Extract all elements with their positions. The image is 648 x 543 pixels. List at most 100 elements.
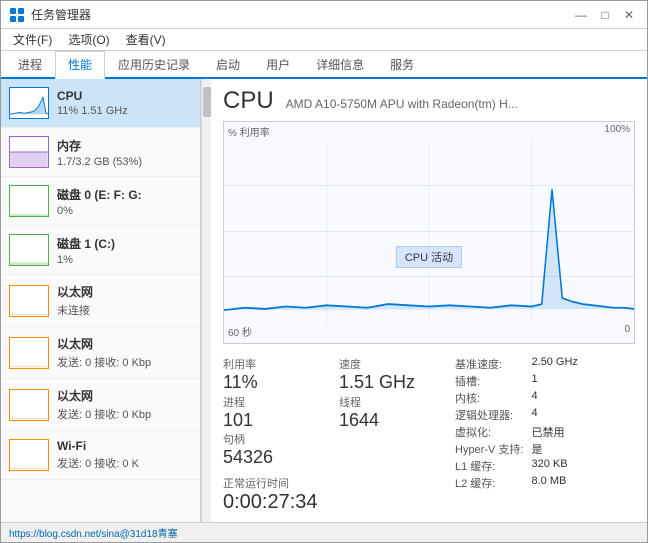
wifi-sidebar-info: Wi-Fi 发送: 0 接收: 0 K — [57, 439, 192, 471]
status-text: https://blog.csdn.net/sina@31d18青塞 — [9, 525, 178, 540]
eth2-sidebar-value: 发送: 0 接收: 0 Kbp — [57, 354, 192, 370]
eth3-sidebar-name: 以太网 — [57, 387, 192, 404]
disk1-sidebar-name: 磁盘 1 (C:) — [57, 235, 192, 252]
chart-area: CPU 活动 — [224, 141, 634, 322]
eth1-sidebar-name: 以太网 — [57, 283, 192, 300]
tab-processes[interactable]: 进程 — [5, 51, 55, 77]
eth3-sidebar-value: 发送: 0 接收: 0 Kbp — [57, 406, 192, 422]
sidebar-item-memory[interactable]: 内存 1.7/3.2 GB (53%) — [1, 128, 200, 177]
sidebar-item-eth1[interactable]: 以太网 未连接 — [1, 275, 200, 327]
close-button[interactable]: ✕ — [619, 5, 639, 25]
tab-services[interactable]: 服务 — [377, 51, 427, 77]
stats-area: 利用率 11% 速度 1.51 GHz 进程 101 线程 — [223, 356, 635, 514]
window-title: 任务管理器 — [31, 6, 91, 23]
mem-sidebar-info: 内存 1.7/3.2 GB (53%) — [57, 137, 192, 168]
chart-center-label: CPU 活动 — [396, 246, 462, 268]
speed-label: 速度 — [339, 356, 443, 372]
utilization-value: 11% — [223, 372, 327, 394]
virtualization-value: 已禁用 — [531, 424, 635, 440]
socket-value: 1 — [531, 373, 635, 389]
sidebar-item-disk1[interactable]: 磁盘 1 (C:) 1% — [1, 226, 200, 275]
cores-value: 4 — [531, 390, 635, 406]
hyperv-value: 是 — [531, 441, 635, 457]
tab-startup[interactable]: 启动 — [203, 51, 253, 77]
sidebar-item-wifi[interactable]: Wi-Fi 发送: 0 接收: 0 K — [1, 431, 200, 480]
title-bar: 任务管理器 — □ ✕ — [1, 1, 647, 29]
base-speed-value: 2.50 GHz — [531, 356, 635, 372]
wifi-sidebar-name: Wi-Fi — [57, 439, 192, 453]
cpu-sidebar-info: CPU 11% 1.51 GHz — [57, 89, 192, 117]
chart-y-max: 100% — [604, 124, 630, 139]
disk0-graph-thumbnail — [9, 185, 49, 217]
disk1-sidebar-info: 磁盘 1 (C:) 1% — [57, 235, 192, 266]
disk0-sidebar-name: 磁盘 0 (E: F: G: — [57, 186, 192, 203]
l1-value: 320 KB — [531, 458, 635, 474]
uptime-stat: 正常运行时间 0:00:27:34 — [223, 475, 443, 514]
chart-x-start: 60 秒 — [228, 324, 252, 339]
cpu-chart-container: % 利用率 100% CPU 活动 — [223, 121, 635, 344]
utilization-label: 利用率 — [223, 356, 327, 372]
mem-graph-thumbnail — [9, 136, 49, 168]
eth1-graph-thumbnail — [9, 285, 49, 317]
title-bar-left: 任务管理器 — [9, 6, 91, 23]
right-stats-grid: 基准速度: 2.50 GHz 插槽: 1 内核: 4 逻辑处理器: 4 虚拟化:… — [455, 356, 635, 491]
uptime-value: 0:00:27:34 — [223, 491, 443, 514]
tab-performance[interactable]: 性能 — [55, 51, 105, 79]
menu-file[interactable]: 文件(F) — [5, 29, 60, 50]
socket-label: 插槽: — [455, 373, 523, 389]
logical-processors-value: 4 — [531, 407, 635, 423]
eth2-sidebar-name: 以太网 — [57, 335, 192, 352]
menu-view[interactable]: 查看(V) — [118, 29, 174, 50]
sidebar-item-eth2[interactable]: 以太网 发送: 0 接收: 0 Kbp — [1, 327, 200, 379]
sidebar-item-eth3[interactable]: 以太网 发送: 0 接收: 0 Kbp — [1, 379, 200, 431]
handles-label: 句柄 — [223, 431, 327, 447]
tab-app-history[interactable]: 应用历史记录 — [105, 51, 203, 77]
wifi-sidebar-value: 发送: 0 接收: 0 K — [57, 455, 192, 471]
cores-label: 内核: — [455, 390, 523, 406]
maximize-button[interactable]: □ — [595, 5, 615, 25]
stats-left-panel: 利用率 11% 速度 1.51 GHz 进程 101 线程 — [223, 356, 443, 514]
menu-options[interactable]: 选项(O) — [60, 29, 117, 50]
content-title: CPU AMD A10-5750M APU with Radeon(tm) H.… — [223, 87, 635, 115]
content-panel: CPU AMD A10-5750M APU with Radeon(tm) H.… — [211, 79, 647, 522]
mem-sidebar-value: 1.7/3.2 GB (53%) — [57, 156, 192, 168]
processes-label: 进程 — [223, 394, 327, 410]
app-icon — [9, 7, 25, 23]
l1-label: L1 缓存: — [455, 458, 523, 474]
sidebar-scrollbar[interactable] — [201, 79, 211, 522]
status-bar: https://blog.csdn.net/sina@31d18青塞 — [1, 522, 647, 542]
eth3-graph-thumbnail — [9, 389, 49, 421]
stats-grid: 利用率 11% 速度 1.51 GHz 进程 101 线程 — [223, 356, 443, 469]
tab-bar: 进程 性能 应用历史记录 启动 用户 详细信息 服务 — [1, 51, 647, 79]
sidebar-item-cpu[interactable]: CPU 11% 1.51 GHz — [1, 79, 200, 128]
disk0-sidebar-info: 磁盘 0 (E: F: G: 0% — [57, 186, 192, 217]
chart-x-end: 0 — [624, 324, 630, 339]
processes-stat: 进程 101 — [223, 394, 327, 432]
eth2-graph-thumbnail — [9, 337, 49, 369]
task-manager-window: 任务管理器 — □ ✕ 文件(F) 选项(O) 查看(V) 进程 性能 应用历史… — [0, 0, 648, 543]
mem-sidebar-name: 内存 — [57, 137, 192, 154]
sidebar-item-disk0[interactable]: 磁盘 0 (E: F: G: 0% — [1, 177, 200, 226]
uptime-label: 正常运行时间 — [223, 475, 443, 491]
menu-bar: 文件(F) 选项(O) 查看(V) — [1, 29, 647, 51]
tab-details[interactable]: 详细信息 — [303, 51, 377, 77]
tab-users[interactable]: 用户 — [253, 51, 303, 77]
chart-top-labels: % 利用率 100% — [224, 122, 634, 141]
content-sub-title: AMD A10-5750M APU with Radeon(tm) H... — [286, 97, 518, 111]
scroll-thumb — [203, 87, 211, 117]
threads-stat: 线程 1644 — [339, 394, 443, 432]
minimize-button[interactable]: — — [571, 5, 591, 25]
cpu-sidebar-name: CPU — [57, 89, 192, 103]
l2-value: 8.0 MB — [531, 475, 635, 491]
speed-value: 1.51 GHz — [339, 372, 443, 394]
logical-processors-label: 逻辑处理器: — [455, 407, 523, 423]
chart-bottom-labels: 60 秒 0 — [224, 322, 634, 341]
eth3-sidebar-info: 以太网 发送: 0 接收: 0 Kbp — [57, 387, 192, 422]
virtualization-label: 虚拟化: — [455, 424, 523, 440]
cpu-chart-svg — [224, 141, 634, 322]
eth1-sidebar-info: 以太网 未连接 — [57, 283, 192, 318]
eth2-sidebar-info: 以太网 发送: 0 接收: 0 Kbp — [57, 335, 192, 370]
base-speed-label: 基准速度: — [455, 356, 523, 372]
stats-right-panel: 基准速度: 2.50 GHz 插槽: 1 内核: 4 逻辑处理器: 4 虚拟化:… — [455, 356, 635, 514]
wifi-graph-thumbnail — [9, 439, 49, 471]
